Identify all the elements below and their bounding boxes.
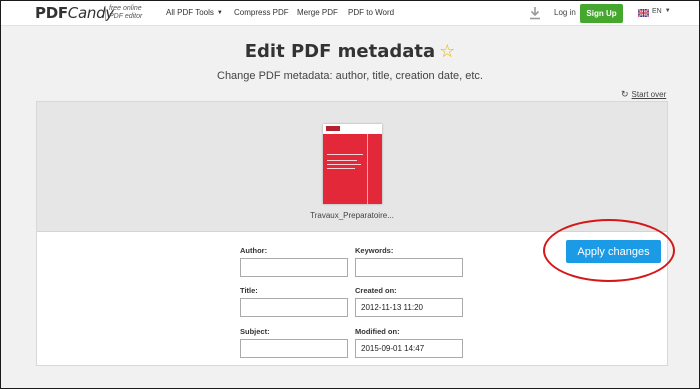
keywords-label: Keywords:	[355, 246, 394, 255]
tagline-line-1: free online	[109, 5, 142, 12]
tagline: free online PDF editor	[109, 5, 149, 21]
language-selector[interactable]: EN ▼	[652, 8, 671, 15]
author-label: Author:	[240, 246, 268, 255]
title-label: Title:	[240, 286, 258, 295]
nav-pdf-to-word[interactable]: PDF to Word	[348, 8, 394, 17]
page-subtitle: Change PDF metadata: author, title, crea…	[217, 70, 483, 82]
created-on-label: Created on:	[355, 286, 397, 295]
login-link[interactable]: Log in	[554, 8, 576, 17]
created-on-input[interactable]: 2012-11-13 11:20	[355, 298, 463, 317]
start-over-link[interactable]: ↻ Start over	[621, 89, 666, 100]
top-header: PDFCandy free online PDF editor All PDF …	[1, 1, 699, 26]
file-preview-area: Travaux_Preparatoire...	[37, 102, 667, 232]
page-title-text: Edit PDF metadata	[244, 41, 436, 62]
nav-all-pdf-tools-label: All PDF Tools	[166, 8, 214, 17]
nav-merge-pdf[interactable]: Merge PDF	[297, 8, 338, 17]
title-input[interactable]	[240, 298, 348, 317]
thumbnail-vertical-line	[367, 134, 368, 204]
pdf-thumbnail	[323, 124, 382, 204]
modified-on-input[interactable]: 2015-09-01 14:47	[355, 339, 463, 358]
modified-on-label: Modified on:	[355, 327, 400, 336]
nav-all-pdf-tools[interactable]: All PDF Tools ▼	[166, 8, 223, 17]
thumbnail-text-line	[327, 160, 357, 161]
caret-down-icon: ▼	[664, 8, 671, 14]
thumbnail-text-line	[327, 154, 363, 155]
tagline-line-2: PDF editor	[109, 13, 143, 20]
logo-divider	[105, 6, 106, 21]
subject-label: Subject:	[240, 327, 270, 336]
language-label: EN	[652, 8, 662, 15]
flag-uk-icon[interactable]	[638, 9, 649, 17]
caret-down-icon: ▼	[216, 10, 223, 16]
signup-button[interactable]: Sign Up	[580, 4, 623, 23]
pdfcandy-logo[interactable]: PDFCandy	[35, 4, 114, 22]
page-title: Edit PDF metadata ☆	[0, 41, 700, 62]
start-over-label: Start over	[631, 90, 667, 99]
metadata-panel: Travaux_Preparatoire... Author: Keywords…	[36, 101, 668, 366]
subject-input[interactable]	[240, 339, 348, 358]
logo-text-candy: Candy	[67, 4, 114, 22]
logo-text-pdf: PDF	[35, 4, 68, 22]
download-icon[interactable]	[529, 6, 541, 20]
nav-compress-pdf[interactable]: Compress PDF	[234, 8, 289, 17]
keywords-input[interactable]	[355, 258, 463, 277]
author-input[interactable]	[240, 258, 348, 277]
thumbnail-logo	[326, 126, 340, 131]
thumbnail-text-line	[327, 168, 355, 169]
apply-changes-button[interactable]: Apply changes	[566, 240, 661, 263]
file-name: Travaux_Preparatoire...	[310, 211, 394, 220]
refresh-icon: ↻	[621, 89, 629, 99]
thumbnail-text-line	[327, 164, 361, 165]
star-icon[interactable]: ☆	[439, 41, 455, 62]
